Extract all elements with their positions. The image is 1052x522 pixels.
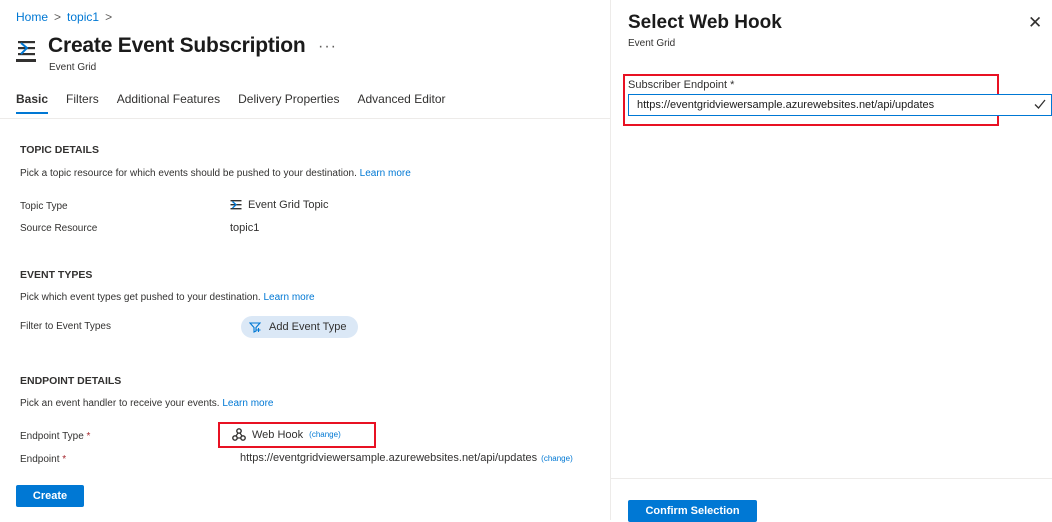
- web-hook-icon: [232, 428, 246, 441]
- panel-subtitle: Event Grid: [628, 38, 676, 49]
- breadcrumb-separator: >: [105, 10, 113, 24]
- panel-title: Select Web Hook: [628, 12, 782, 33]
- create-button[interactable]: Create: [16, 485, 84, 507]
- breadcrumb: Home > topic1 >: [16, 10, 112, 24]
- source-resource-label: Source Resource: [20, 223, 98, 234]
- tab-additional-features[interactable]: Additional Features: [117, 92, 220, 114]
- endpoint-label: Endpoint *: [20, 454, 66, 465]
- endpoint-type-change-link[interactable]: (change): [309, 430, 341, 439]
- page-title: Create Event Subscription: [48, 34, 306, 57]
- panel-divider: [610, 0, 611, 520]
- subscriber-endpoint-label-text: Subscriber Endpoint: [628, 79, 728, 91]
- breadcrumb-separator: >: [54, 10, 62, 24]
- tabs-divider: [0, 118, 610, 119]
- breadcrumb-topic-link[interactable]: topic1: [67, 10, 99, 24]
- check-icon: [1034, 99, 1046, 109]
- topic-details-desc-text: Pick a topic resource for which events s…: [20, 168, 357, 179]
- confirm-selection-button[interactable]: Confirm Selection: [628, 500, 757, 522]
- tab-basic[interactable]: Basic: [16, 92, 49, 114]
- subscriber-endpoint-label: Subscriber Endpoint *: [628, 79, 734, 91]
- endpoint-change-link[interactable]: (change): [541, 454, 573, 463]
- endpoint-type-label: Endpoint Type *: [20, 431, 90, 442]
- endpoint-details-description: Pick an event handler to receive your ev…: [20, 398, 273, 409]
- filter-icon: [249, 322, 261, 333]
- endpoint-type-value: Web Hook (change): [232, 428, 341, 441]
- required-marker: *: [62, 454, 67, 465]
- endpoint-label-text: Endpoint: [20, 454, 60, 465]
- breadcrumb-home-link[interactable]: Home: [16, 10, 48, 24]
- add-event-type-button[interactable]: Add Event Type: [241, 316, 359, 338]
- endpoint-details-desc-text: Pick an event handler to receive your ev…: [20, 398, 220, 409]
- source-resource-value: topic1: [230, 222, 260, 234]
- add-event-type-label: Add Event Type: [269, 321, 347, 333]
- endpoint-type-label-text: Endpoint Type: [20, 431, 84, 442]
- event-grid-topic-icon: [230, 200, 242, 210]
- page-subtitle: Event Grid: [49, 62, 97, 73]
- event-types-desc-text: Pick which event types get pushed to you…: [20, 292, 261, 303]
- topic-details-description: Pick a topic resource for which events s…: [20, 168, 411, 179]
- filter-event-types-label: Filter to Event Types: [20, 321, 111, 332]
- more-options-icon[interactable]: ···: [318, 38, 337, 56]
- event-types-description: Pick which event types get pushed to you…: [20, 292, 315, 303]
- required-marker: *: [86, 431, 91, 442]
- topic-type-text: Event Grid Topic: [248, 199, 329, 211]
- endpoint-type-text: Web Hook: [252, 428, 304, 441]
- topic-details-heading: TOPIC DETAILS: [20, 144, 99, 156]
- topic-type-value: Event Grid Topic: [230, 199, 329, 211]
- endpoint-url-text: https://eventgridviewersample.azurewebsi…: [240, 452, 538, 464]
- endpoint-value: https://eventgridviewersample.azurewebsi…: [240, 452, 573, 464]
- event-types-learn-more-link[interactable]: Learn more: [263, 292, 314, 303]
- subscriber-endpoint-input[interactable]: https://eventgridviewersample.azurewebsi…: [628, 94, 1052, 116]
- required-marker: *: [730, 79, 735, 91]
- event-grid-icon: [16, 41, 36, 62]
- event-types-heading: EVENT TYPES: [20, 269, 93, 281]
- tab-bar: Basic Filters Additional Features Delive…: [16, 92, 464, 114]
- topic-type-label: Topic Type: [20, 201, 68, 212]
- tab-advanced-editor[interactable]: Advanced Editor: [357, 92, 445, 114]
- panel-footer-divider: [611, 478, 1052, 479]
- tab-delivery-properties[interactable]: Delivery Properties: [238, 92, 339, 114]
- topic-details-learn-more-link[interactable]: Learn more: [360, 168, 411, 179]
- close-icon[interactable]: ✕: [1028, 14, 1042, 31]
- tab-filters[interactable]: Filters: [66, 92, 99, 114]
- endpoint-details-learn-more-link[interactable]: Learn more: [222, 398, 273, 409]
- endpoint-details-heading: ENDPOINT DETAILS: [20, 375, 122, 387]
